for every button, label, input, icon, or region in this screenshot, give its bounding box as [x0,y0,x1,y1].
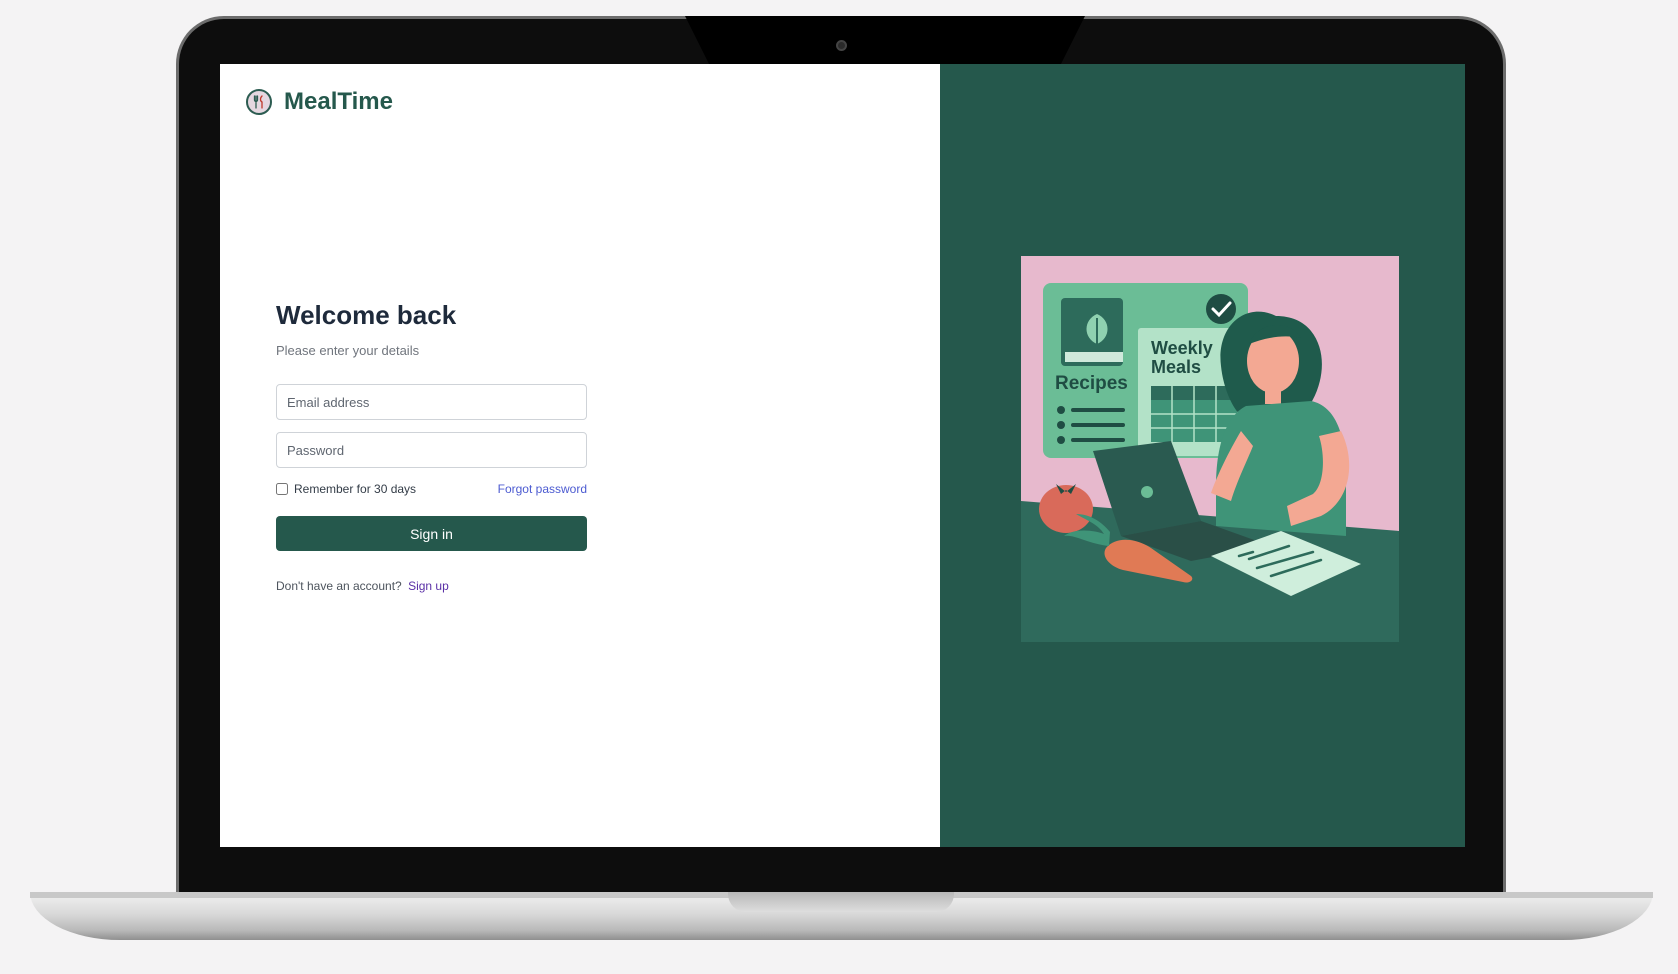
camera-icon [836,40,847,51]
signup-row: Don't have an account? Sign up [276,579,587,593]
login-form: Welcome back Please enter your details R… [276,300,587,593]
no-account-text: Don't have an account? [276,579,402,593]
page-title: Welcome back [276,300,457,330]
remember-option: Remember for 30 days [276,482,416,496]
email-field[interactable] [276,384,587,420]
fork-knife-icon [246,89,272,115]
check-icon [1206,294,1236,324]
meal-planning-illustration: Recipes Weekly Meals [1021,256,1399,642]
illustration-pane: Recipes Weekly Meals [940,64,1465,847]
weekly-label: Weekly [1151,338,1213,358]
sign-in-button[interactable]: Sign in [276,516,587,551]
sign-up-link[interactable]: Sign up [408,579,449,593]
remember-checkbox[interactable] [276,483,288,495]
remember-label: Remember for 30 days [294,482,417,496]
laptop-base-notch [728,892,954,912]
brand: MealTime [246,88,393,116]
bezel-notch [685,16,1085,64]
password-field[interactable] [276,432,587,468]
meals-label: Meals [1151,357,1201,377]
options-row: Remember for 30 days Forgot password [276,482,587,496]
book-icon [1061,298,1123,366]
recipes-label: Recipes [1055,373,1128,394]
brand-name: MealTime [284,88,393,115]
login-pane: MealTime Welcome back Please enter your … [220,64,940,847]
page-subtitle: Please enter your details [276,343,420,358]
forgot-password-link[interactable]: Forgot password [498,482,587,496]
screen: MealTime Welcome back Please enter your … [220,64,1465,847]
